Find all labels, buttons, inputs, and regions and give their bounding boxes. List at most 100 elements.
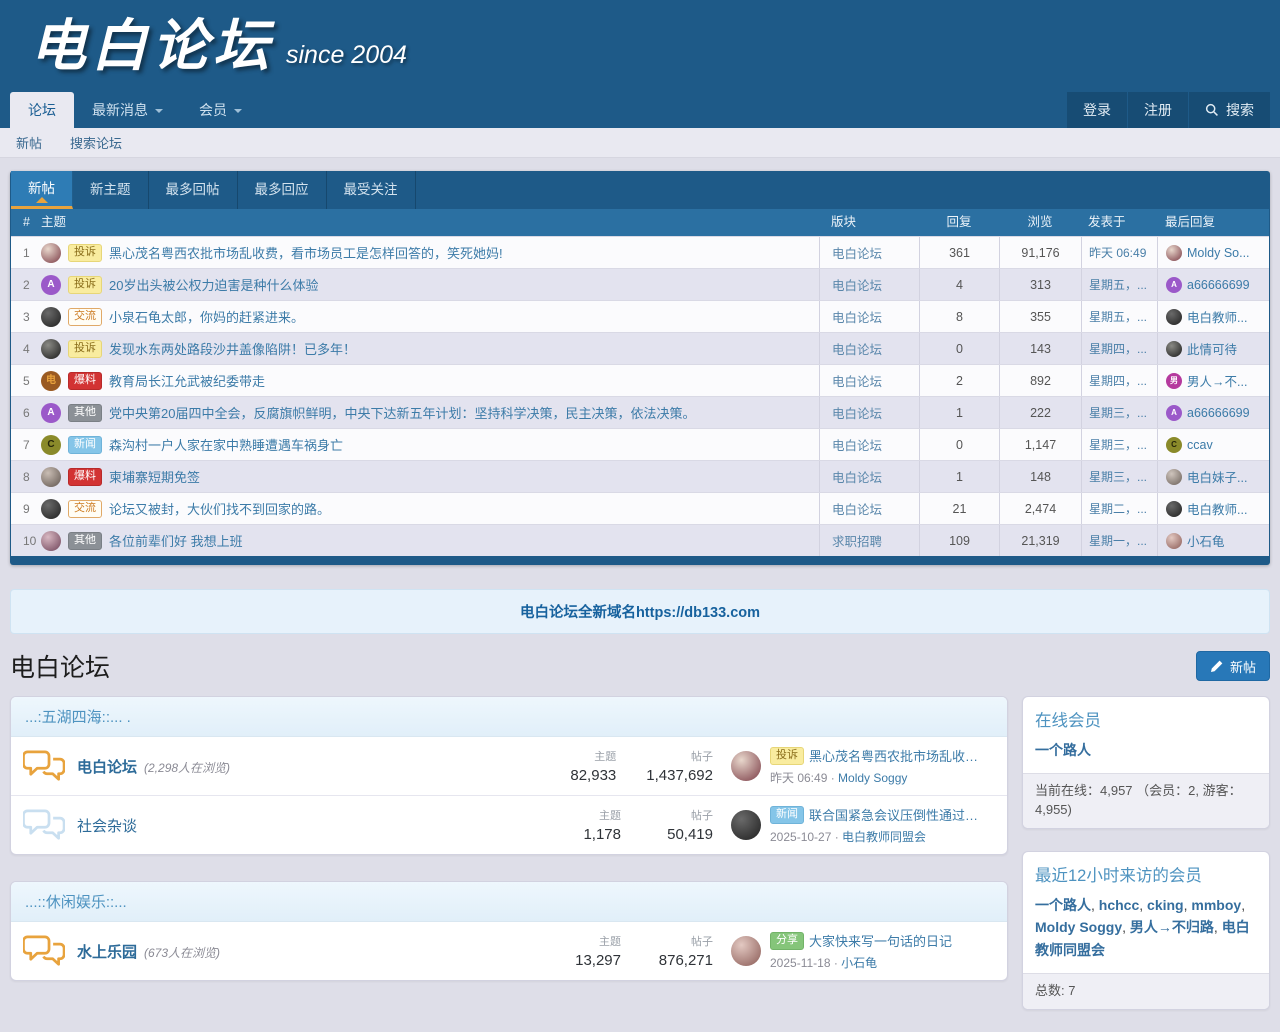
forum-link[interactable]: 电白论坛 <box>819 429 919 460</box>
last-reply-avatar[interactable] <box>1166 309 1182 325</box>
topic-author-avatar[interactable] <box>41 243 61 263</box>
topic-author-avatar[interactable]: A <box>41 403 61 423</box>
topic-author-avatar[interactable] <box>41 307 61 327</box>
topic-title[interactable]: 柬埔寨短期免签 <box>109 467 200 486</box>
topics-stat: 主题1,178 <box>559 807 621 843</box>
post-date-link[interactable]: 星期三，... <box>1081 461 1157 492</box>
new-post-button[interactable]: 新帖 <box>1196 651 1270 681</box>
last-reply-user[interactable]: 此情可待 <box>1187 339 1237 358</box>
category-header[interactable]: ...::休闲娱乐::... <box>11 882 1007 922</box>
forum-link[interactable]: 电白论坛 <box>819 269 919 300</box>
category-header[interactable]: ...:五湖四海::... . <box>11 697 1007 737</box>
last-reply-user[interactable]: 电白教师... <box>1187 307 1247 326</box>
last-reply-user[interactable]: 男人→不... <box>1187 371 1247 390</box>
topic-title[interactable]: 小泉石龟太郎，你妈的赶紧进来。 <box>109 307 304 326</box>
last-reply-avatar[interactable] <box>1166 341 1182 357</box>
last-reply-user[interactable]: 小石龟 <box>1187 531 1225 550</box>
latest-post-title[interactable]: 大家快来写一句话的日记 <box>809 931 952 950</box>
latest-post-avatar[interactable] <box>731 751 761 781</box>
post-date-link[interactable]: 星期五，... <box>1081 269 1157 300</box>
topic-author-avatar[interactable] <box>41 531 61 551</box>
forum-name-link[interactable]: 社会杂谈 <box>77 815 137 836</box>
hot-tab-1[interactable]: 新帖 <box>11 171 73 209</box>
topic-title[interactable]: 党中央第20届四中全会，反腐旗帜鲜明，中央下达新五年计划：坚持科学决策，民主决策… <box>109 403 695 422</box>
hot-tab-2[interactable]: 新主题 <box>73 171 149 209</box>
forum-link[interactable]: 电白论坛 <box>819 301 919 332</box>
nav-tab-forums[interactable]: 论坛 <box>10 92 74 128</box>
visitor-link[interactable]: mmboy <box>1191 897 1241 913</box>
last-reply-avatar[interactable]: A <box>1166 405 1182 421</box>
post-date-link[interactable]: 星期五，... <box>1081 301 1157 332</box>
last-reply-avatar[interactable] <box>1166 501 1182 517</box>
topic-title[interactable]: 论坛又被封，大伙们找不到回家的路。 <box>109 499 330 518</box>
topic-author-avatar[interactable] <box>41 339 61 359</box>
latest-post-author[interactable]: 小石龟 <box>841 956 877 970</box>
topic-author-avatar[interactable]: C <box>41 435 61 455</box>
last-reply-avatar[interactable] <box>1166 533 1182 549</box>
topic-author-avatar[interactable] <box>41 499 61 519</box>
last-reply-user[interactable]: ccav <box>1187 438 1213 452</box>
latest-post-author[interactable]: 电白教师同盟会 <box>842 830 926 844</box>
last-reply-user[interactable]: Moldy So... <box>1187 246 1250 260</box>
topic-title[interactable]: 森沟村一户人家在家中熟睡遭遇车祸身亡 <box>109 435 343 454</box>
hot-tab-4[interactable]: 最多回应 <box>238 171 327 209</box>
topic-title[interactable]: 各位前辈们好 我想上班 <box>109 531 243 550</box>
login-button[interactable]: 登录 <box>1067 92 1127 128</box>
topic-author-avatar[interactable]: A <box>41 275 61 295</box>
topic-author-avatar[interactable] <box>41 467 61 487</box>
site-logo[interactable]: 电白论坛 since 2004 <box>30 18 407 74</box>
topic-author-avatar[interactable]: 电 <box>41 371 61 391</box>
latest-post-avatar[interactable] <box>731 936 761 966</box>
post-date-link[interactable]: 星期二，... <box>1081 493 1157 524</box>
forum-name-link[interactable]: 水上乐园 <box>77 941 137 962</box>
register-button[interactable]: 注册 <box>1128 92 1188 128</box>
latest-post-avatar[interactable] <box>731 810 761 840</box>
topic-title[interactable]: 教育局长江允武被纪委带走 <box>109 371 265 390</box>
last-reply-avatar[interactable]: C <box>1166 437 1182 453</box>
last-reply-user[interactable]: 电白妹子... <box>1187 467 1247 486</box>
forum-link[interactable]: 电白论坛 <box>819 397 919 428</box>
topic-title[interactable]: 发现水东两处路段沙井盖像陷阱！已多年！ <box>109 339 356 358</box>
search-button[interactable]: 搜索 <box>1189 92 1270 128</box>
latest-post-title[interactable]: 黑心茂名粤西农批市场乱收… <box>809 746 978 765</box>
forum-link[interactable]: 电白论坛 <box>819 493 919 524</box>
forum-link[interactable]: 电白论坛 <box>819 365 919 396</box>
last-reply-user[interactable]: 电白教师... <box>1187 499 1247 518</box>
post-date-link[interactable]: 星期三，... <box>1081 397 1157 428</box>
post-date-link[interactable]: 星期四，... <box>1081 333 1157 364</box>
nav-tab-members[interactable]: 会员 <box>181 92 260 128</box>
visitor-link[interactable]: 男人→不归路 <box>1130 919 1214 935</box>
forum-link[interactable]: 电白论坛 <box>819 333 919 364</box>
post-date-link[interactable]: 星期三，... <box>1081 429 1157 460</box>
visitor-link[interactable]: Moldy Soggy <box>1035 919 1122 935</box>
sidebar: 在线会员 一个路人 当前在线：4,957 （会员：2, 游客：4,955) 最近… <box>1022 696 1270 1032</box>
nav-tab-whats-new[interactable]: 最新消息 <box>74 92 181 128</box>
subnav-link-search-forums[interactable]: 搜索论坛 <box>70 133 122 152</box>
hot-tab-5[interactable]: 最受关注 <box>327 171 416 209</box>
last-reply-avatar[interactable]: A <box>1166 277 1182 293</box>
last-reply: 电白教师... <box>1157 301 1269 332</box>
subnav-link-new-posts[interactable]: 新帖 <box>16 133 42 152</box>
announcement-banner[interactable]: 电白论坛全新域名https://db133.com <box>10 589 1270 634</box>
last-reply-avatar[interactable]: 男 <box>1166 373 1182 389</box>
online-member-link[interactable]: 一个路人 <box>1035 742 1091 758</box>
topic-title[interactable]: 20岁出头被公权力迫害是种什么体验 <box>109 275 318 294</box>
forum-link[interactable]: 电白论坛 <box>819 237 919 268</box>
visitor-link[interactable]: 一个路人 <box>1035 897 1091 913</box>
latest-post-author[interactable]: Moldy Soggy <box>838 771 907 785</box>
post-date-link[interactable]: 星期四，... <box>1081 365 1157 396</box>
topic-title[interactable]: 黑心茂名粤西农批市场乱收费，看市场员工是怎样回答的，笑死她妈! <box>109 243 503 262</box>
last-reply-avatar[interactable] <box>1166 469 1182 485</box>
hot-tab-3[interactable]: 最多回帖 <box>149 171 238 209</box>
forum-link[interactable]: 电白论坛 <box>819 461 919 492</box>
visitor-link[interactable]: hchcc <box>1099 897 1139 913</box>
last-reply-avatar[interactable] <box>1166 245 1182 261</box>
post-date-link[interactable]: 星期一，... <box>1081 525 1157 556</box>
visitor-link[interactable]: cking <box>1147 897 1184 913</box>
last-reply-user[interactable]: a66666699 <box>1187 406 1250 420</box>
post-date-link[interactable]: 昨天 06:49 <box>1081 237 1157 268</box>
last-reply-user[interactable]: a66666699 <box>1187 278 1250 292</box>
forum-link[interactable]: 求职招聘 <box>819 525 919 556</box>
forum-name-link[interactable]: 电白论坛 <box>77 756 137 777</box>
latest-post-title[interactable]: 联合国紧急会议压倒性通过… <box>809 805 978 824</box>
